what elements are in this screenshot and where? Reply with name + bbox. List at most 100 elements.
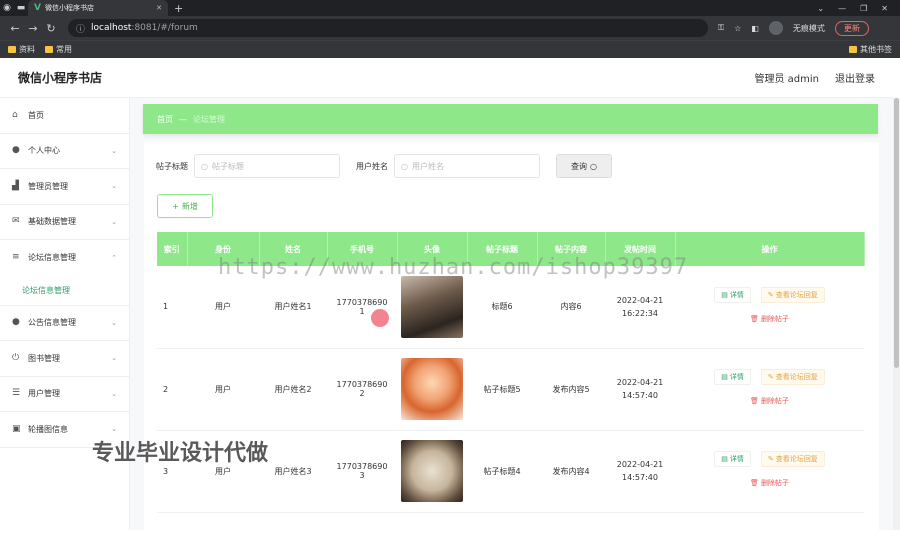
globe-icon[interactable]: ◉ xyxy=(0,3,14,13)
sidebar-item-base-data[interactable]: ✉ 基础数据管理 ⌄ xyxy=(0,205,129,240)
edit-icon: ✎ xyxy=(767,373,774,381)
url-host: localhost xyxy=(91,23,132,33)
chevron-down-icon: ⌄ xyxy=(111,217,117,226)
sidebar-item-users[interactable]: ☰ 用户管理 ⌄ xyxy=(0,377,129,412)
forward-icon[interactable]: → xyxy=(24,22,42,35)
sidepanel-icon[interactable]: ◧ xyxy=(751,24,759,33)
sidebar-item-label: 首页 xyxy=(28,110,44,120)
doc-icon: ▤ xyxy=(721,290,728,299)
info-icon[interactable]: ⓘ xyxy=(76,22,85,35)
post-date: 2022-04-21 xyxy=(616,378,664,387)
cell-time: 2022-04-21 14:57:40 xyxy=(605,430,675,513)
query-button-label: 查询 xyxy=(571,161,587,171)
chevron-down-icon[interactable]: ⌄ xyxy=(817,4,824,13)
cell-index: 1 xyxy=(157,266,187,349)
star-icon[interactable]: ☆ xyxy=(734,24,741,33)
user-search-placeholder: 用户姓名 xyxy=(411,161,444,171)
vue-logo-icon: V xyxy=(34,3,41,13)
back-icon[interactable]: ← xyxy=(6,22,24,35)
new-tab-icon[interactable]: + xyxy=(174,2,183,15)
post-date: 2022-04-21 xyxy=(616,460,664,469)
reload-icon[interactable]: ↻ xyxy=(42,22,60,35)
watermark-text: 专业毕业设计代做 xyxy=(92,441,269,466)
sidebar-item-books[interactable]: ⏻ 图书管理 ⌄ xyxy=(0,341,129,377)
detail-button[interactable]: ▤ 详情 xyxy=(714,369,751,385)
post-time: 16:22:34 xyxy=(622,308,658,318)
view-label: 查看论坛回复 xyxy=(775,373,818,381)
search-icon: ○ xyxy=(201,161,208,171)
avatar[interactable] xyxy=(401,275,463,338)
title-search-label: 帖子标题 xyxy=(156,161,188,171)
bookmark-label: 常用 xyxy=(56,45,72,54)
sidebar-item-admin[interactable]: ▟ 管理员管理 ⌄ xyxy=(0,169,129,205)
sidebar-item-forum[interactable]: ≡ 论坛信息管理 ⌃ xyxy=(0,240,129,276)
bookmark-folder[interactable]: 常用 xyxy=(45,44,72,55)
page-scrollbar[interactable] xyxy=(893,98,900,530)
incognito-icon[interactable] xyxy=(768,21,783,35)
cell-content: 发布内容5 xyxy=(537,348,605,431)
scrollbar-thumb[interactable] xyxy=(894,98,899,368)
sidebar-item-label: 轮播图信息 xyxy=(28,424,68,434)
delete-button[interactable]: 🗑 删除帖子 xyxy=(744,311,795,327)
chevron-up-icon: ⌃ xyxy=(111,253,117,262)
url-input[interactable]: ⓘ localhost:8081/#/forum xyxy=(68,19,708,37)
avatar[interactable] xyxy=(401,358,463,420)
view-replies-button[interactable]: ✎ 查看论坛回复 xyxy=(760,286,825,303)
detail-label: 详情 xyxy=(729,373,744,381)
post-time: 14:57:40 xyxy=(622,391,658,400)
close-window-icon[interactable]: ✕ xyxy=(881,4,888,13)
detail-label: 详情 xyxy=(729,290,744,299)
breadcrumb-home[interactable]: 首页 xyxy=(157,114,173,125)
bookmark-folder[interactable]: 资料 xyxy=(8,44,35,55)
cell-actions: ▤ 详情 ✎ 查看论坛回复 🗑 删除帖子 xyxy=(675,266,864,349)
query-button[interactable]: 查询 ○ xyxy=(556,154,612,178)
maximize-icon[interactable]: ❐ xyxy=(860,4,867,13)
view-replies-button[interactable]: ✎ 查看论坛回复 xyxy=(760,451,825,467)
image-icon: ▣ xyxy=(12,423,21,434)
bookmark-folder-other[interactable]: 其他书签 xyxy=(849,44,892,55)
post-time: 14:57:40 xyxy=(622,473,658,482)
detail-button[interactable]: ▤ 详情 xyxy=(714,286,751,303)
chevron-down-icon: ⌄ xyxy=(111,389,117,398)
sidebar-item-label: 个人中心 xyxy=(28,146,60,156)
brand-title: 微信小程序书店 xyxy=(18,71,103,85)
breadcrumb-current: 论坛管理 xyxy=(193,114,225,124)
avatar[interactable] xyxy=(401,440,463,502)
window-icon[interactable]: ▬ xyxy=(14,3,28,13)
delete-button[interactable]: 🗑 删除帖子 xyxy=(744,475,795,491)
folder-icon xyxy=(849,46,857,53)
title-search-input[interactable]: ○ 帖子标题 xyxy=(194,154,340,178)
app-header: 微信小程序书店 管理员 admin 退出登录 xyxy=(0,58,893,98)
table-row: 2 用户 用户姓名2 17703786902 帖子标题5 发布内容5 2022-… xyxy=(157,348,864,431)
delete-button[interactable]: 🗑 删除帖子 xyxy=(744,393,795,409)
sidebar-item-home[interactable]: ⌂ 首页 xyxy=(0,98,129,134)
update-button[interactable]: 更新 xyxy=(834,20,869,36)
delete-label: 删除帖子 xyxy=(760,397,789,405)
cell-avatar xyxy=(397,430,467,513)
detail-label: 详情 xyxy=(729,455,744,463)
delete-label: 删除帖子 xyxy=(760,479,789,487)
cell-time: 2022-04-21 14:57:40 xyxy=(605,348,675,431)
url-path: :8081/#/forum xyxy=(131,23,198,33)
sidebar-item-label: 图书管理 xyxy=(28,353,60,363)
tab-title: 微信小程序书店 xyxy=(44,4,94,12)
browser-tab[interactable]: V 微信小程序书店 ✕ xyxy=(28,0,168,16)
cell-phone: 17703786902 xyxy=(327,348,397,431)
user-search-input[interactable]: ○ 用户姓名 xyxy=(394,154,540,178)
view-replies-button[interactable]: ✎ 查看论坛回复 xyxy=(760,369,825,385)
sidebar-subitem-forum[interactable]: 论坛信息管理 xyxy=(0,276,129,306)
add-button[interactable]: + 新增 xyxy=(157,194,213,218)
cell-name: 用户姓名2 xyxy=(259,348,327,431)
col-index[interactable]: 索引 xyxy=(157,232,188,266)
sidebar-item-notice[interactable]: ● 公告信息管理 ⌄ xyxy=(0,306,129,341)
logout-link[interactable]: 退出登录 xyxy=(835,70,875,85)
sidebar-item-personal[interactable]: ● 个人中心 ⌄ xyxy=(0,134,129,169)
sidebar-item-label: 论坛信息管理 xyxy=(28,253,76,263)
minimize-icon[interactable]: — xyxy=(838,4,846,13)
close-tab-icon[interactable]: ✕ xyxy=(156,4,162,12)
folder-icon xyxy=(45,46,53,53)
cell-avatar xyxy=(397,348,467,431)
detail-button[interactable]: ▤ 详情 xyxy=(714,451,751,467)
user-icon: ● xyxy=(12,145,20,156)
key-icon[interactable]: ⚿ xyxy=(718,23,724,33)
